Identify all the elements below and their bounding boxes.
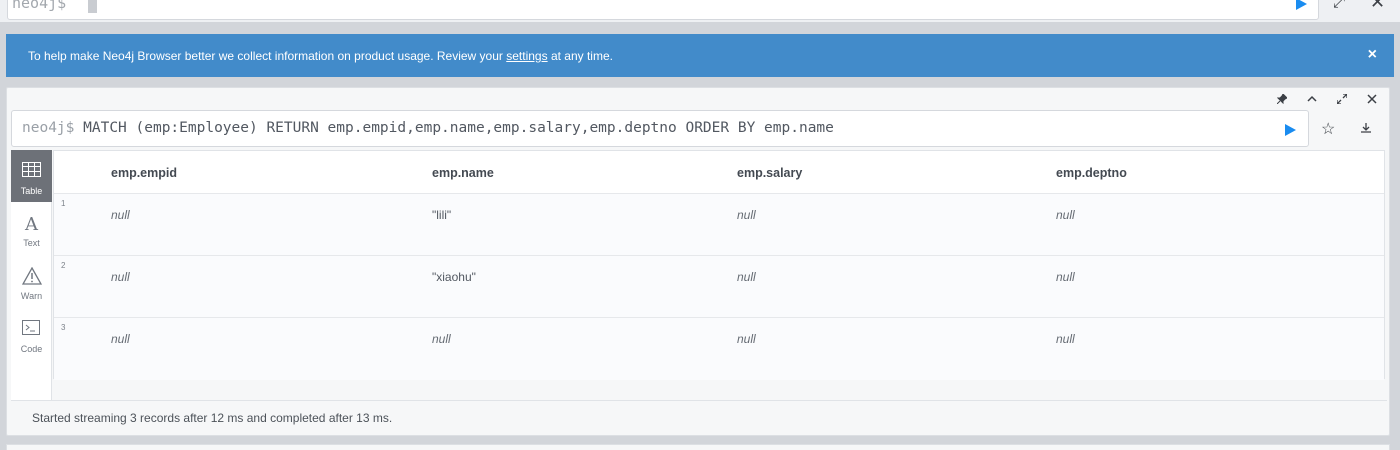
column-header[interactable]: emp.name xyxy=(432,166,494,180)
table-cell: null xyxy=(1056,270,1075,284)
table-cell: "xiaohu" xyxy=(432,270,476,284)
banner-text-before: To help make Neo4j Browser better we col… xyxy=(28,49,507,63)
settings-link[interactable]: settings xyxy=(506,49,547,63)
nav-code-label: Code xyxy=(20,344,43,354)
close-icon[interactable]: ✕ xyxy=(1370,0,1385,13)
table-row: 3 null null null null xyxy=(54,318,1384,380)
results-table: emp.empid emp.name emp.salary emp.deptno… xyxy=(53,150,1385,380)
nav-table-label: Table xyxy=(20,186,43,196)
pin-icon[interactable] xyxy=(1275,93,1289,107)
table-cell: null xyxy=(111,270,130,284)
nav-text-label: Text xyxy=(23,238,40,248)
text-cursor xyxy=(88,0,97,13)
nav-warn[interactable]: Warn xyxy=(11,255,52,307)
top-run-button[interactable] xyxy=(1295,0,1307,15)
table-cell: "lili" xyxy=(432,208,452,222)
table-row: 1 null "lili" null null xyxy=(54,194,1384,256)
svg-text:A: A xyxy=(24,214,39,234)
collapse-icon[interactable] xyxy=(1305,93,1319,107)
top-query-input[interactable] xyxy=(7,0,1319,20)
table-cell: null xyxy=(737,208,756,222)
nav-code[interactable]: Code xyxy=(11,308,52,360)
nav-warn-label: Warn xyxy=(20,291,43,301)
query-text: neo4j$ MATCH (emp:Employee) RETURN emp.e… xyxy=(22,120,834,136)
play-icon xyxy=(1285,124,1296,136)
table-header: emp.empid emp.name emp.salary emp.deptno xyxy=(54,151,1384,194)
banner-close-button[interactable]: × xyxy=(1368,46,1377,64)
top-editor-bar: neo4j$ ⤢ ✕ xyxy=(0,0,1400,22)
warning-icon xyxy=(22,267,42,285)
banner-text-after: at any time. xyxy=(547,49,613,63)
frame-toolbar xyxy=(1275,93,1379,107)
column-header[interactable]: emp.deptno xyxy=(1056,166,1127,180)
download-icon[interactable] xyxy=(1361,121,1371,136)
top-prompt: neo4j$ xyxy=(12,0,67,12)
query-editor[interactable]: neo4j$ MATCH (emp:Employee) RETURN emp.e… xyxy=(11,110,1309,147)
status-bar: Started streaming 3 records after 12 ms … xyxy=(11,400,1387,434)
column-header[interactable]: emp.empid xyxy=(111,166,177,180)
table-cell: null xyxy=(1056,208,1075,222)
close-frame-icon[interactable] xyxy=(1365,93,1379,107)
text-icon: A xyxy=(24,214,39,234)
result-view-nav: Table A Text Warn Code xyxy=(11,150,52,400)
banner-text: To help make Neo4j Browser better we col… xyxy=(28,49,613,63)
nav-text[interactable]: A Text xyxy=(11,202,52,254)
row-number: 1 xyxy=(61,199,66,208)
table-cell: null xyxy=(1056,332,1075,346)
column-header[interactable]: emp.salary xyxy=(737,166,802,180)
table-cell: null xyxy=(737,332,756,346)
usage-info-banner: To help make Neo4j Browser better we col… xyxy=(6,34,1394,77)
nav-table[interactable]: Table xyxy=(11,150,52,202)
code-terminal-icon xyxy=(22,320,40,335)
table-row: 2 null "xiaohu" null null xyxy=(54,256,1384,318)
table-icon xyxy=(22,162,41,177)
table-cell: null xyxy=(111,332,130,346)
query-prompt: neo4j$ xyxy=(22,120,75,136)
row-number: 2 xyxy=(61,261,66,270)
table-cell: null xyxy=(432,332,451,346)
table-cell: null xyxy=(737,270,756,284)
expand-icon[interactable] xyxy=(1335,93,1349,107)
result-frame: neo4j$ MATCH (emp:Employee) RETURN emp.e… xyxy=(6,87,1390,436)
run-query-button[interactable] xyxy=(1285,123,1296,141)
favorite-star-icon[interactable]: ☆ xyxy=(1321,119,1335,139)
fullscreen-icon[interactable]: ⤢ xyxy=(1333,0,1345,11)
status-text: Started streaming 3 records after 12 ms … xyxy=(32,411,393,425)
next-frame-edge xyxy=(6,444,1390,450)
row-number: 3 xyxy=(61,323,66,332)
query-string: MATCH (emp:Employee) RETURN emp.empid,em… xyxy=(83,120,834,136)
play-icon xyxy=(1296,0,1307,10)
table-cell: null xyxy=(111,208,130,222)
